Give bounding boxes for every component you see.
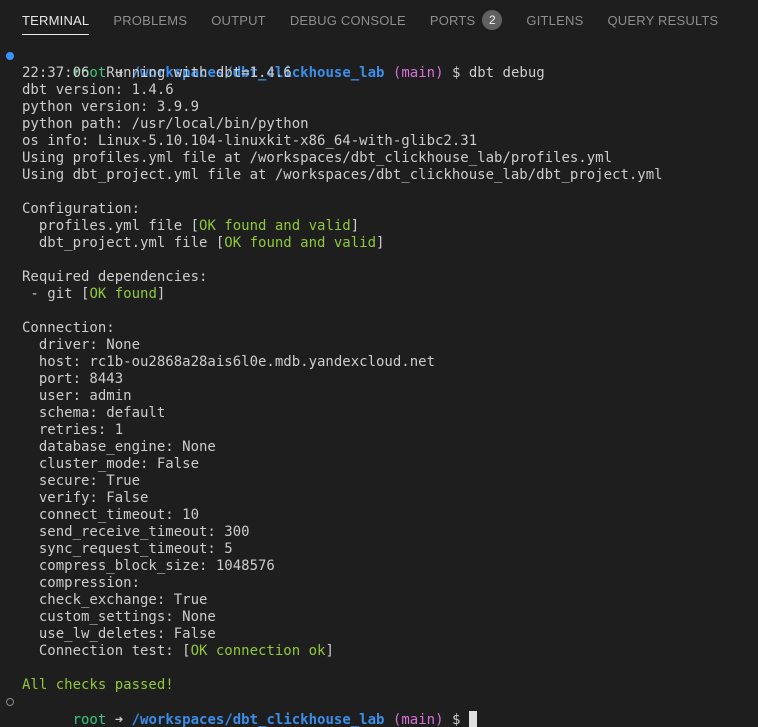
connection-line: compress_block_size: 1048576 xyxy=(22,558,275,574)
connection-line: use_lw_deletes: False xyxy=(22,626,216,642)
output-line: 22:37:06 Running with dbt=1.4.6 xyxy=(22,65,292,81)
connection-line: send_receive_timeout: 300 xyxy=(22,524,250,540)
terminal-cursor[interactable] xyxy=(468,711,477,727)
git-check-line: - git [OK found] xyxy=(0,286,758,303)
git-check-label: - git [ xyxy=(22,286,90,302)
all-checks-passed: All checks passed! xyxy=(22,677,174,693)
output-line: dbt version: 1.4.6 xyxy=(22,82,174,98)
tab-debug-console[interactable]: DEBUG CONSOLE xyxy=(278,0,418,40)
connection-line: check_exchange: True xyxy=(22,592,208,608)
close-bracket: ] xyxy=(156,286,166,302)
output-line: Using dbt_project.yml file at /workspace… xyxy=(22,167,663,183)
connection-line: secure: True xyxy=(22,473,141,489)
connection-test-line: Connection test: [OK connection ok] xyxy=(0,643,758,660)
close-bracket: ] xyxy=(350,218,360,234)
connection-line: verify: False xyxy=(22,490,149,506)
connection-line: host: rc1b-ou2868a28ais6l0e.mdb.yandexcl… xyxy=(22,354,436,370)
config-header: Configuration: xyxy=(22,201,141,217)
terminal-output[interactable]: root ➜ /workspaces/dbt_clickhouse_lab (m… xyxy=(0,48,758,727)
connection-line: retries: 1 xyxy=(22,422,124,438)
connection-line: driver: None xyxy=(22,337,141,353)
prompt-symbol: $ xyxy=(451,712,461,727)
connection-line: connect_timeout: 10 xyxy=(22,507,200,523)
tab-ports-label: PORTS xyxy=(429,12,476,28)
profiles-check-line: profiles.yml file [OK found and valid] xyxy=(0,218,758,235)
tab-output[interactable]: OUTPUT xyxy=(199,0,278,40)
tab-output-label: OUTPUT xyxy=(211,12,266,28)
project-check-status: OK found and valid xyxy=(224,235,377,251)
connection-line: user: admin xyxy=(22,388,132,404)
profiles-check-status: OK found and valid xyxy=(199,218,351,234)
project-check-line: dbt_project.yml file [OK found and valid… xyxy=(0,235,758,252)
tab-gitlens-label: GITLENS xyxy=(526,12,584,28)
connection-line: schema: default xyxy=(22,405,166,421)
output-line: python version: 3.9.9 xyxy=(22,99,200,115)
connection-line: sync_request_timeout: 5 xyxy=(22,541,233,557)
ports-count-badge: 2 xyxy=(482,10,503,30)
connection-line: database_engine: None xyxy=(22,439,216,455)
output-line: Using profiles.yml file at /workspaces/d… xyxy=(22,150,613,166)
prompt-path: /workspaces/dbt_clickhouse_lab xyxy=(131,712,385,727)
tab-ports[interactable]: PORTS 2 xyxy=(418,0,515,40)
tab-query-results[interactable]: QUERY RESULTS xyxy=(595,0,730,40)
tab-debug-console-label: DEBUG CONSOLE xyxy=(289,12,406,28)
output-line: python path: /usr/local/bin/python xyxy=(22,116,309,132)
connection-test-label: Connection test: [ xyxy=(22,643,191,659)
connection-line: port: 8443 xyxy=(22,371,124,387)
prompt-user: root xyxy=(72,712,107,727)
terminal-panel: TERMINAL PROBLEMS OUTPUT DEBUG CONSOLE P… xyxy=(0,0,758,727)
connection-line: custom_settings: None xyxy=(22,609,216,625)
tab-terminal[interactable]: TERMINAL xyxy=(10,0,101,40)
output-line: os info: Linux-5.10.104-linuxkit-x86_64-… xyxy=(22,133,478,149)
project-check-label: dbt_project.yml file [ xyxy=(22,235,225,251)
tab-problems-label: PROBLEMS xyxy=(113,12,188,28)
profiles-check-label: profiles.yml file [ xyxy=(22,218,200,234)
deps-header: Required dependencies: xyxy=(22,269,208,285)
prompt-branch-close: ) xyxy=(435,712,444,727)
connection-line: cluster_mode: False xyxy=(22,456,200,472)
close-bracket: ] xyxy=(325,643,334,659)
git-check-status: OK found xyxy=(89,286,157,302)
prompt-arrow-icon: ➜ xyxy=(114,712,124,727)
command-pending-dot-icon[interactable] xyxy=(6,698,14,706)
panel-tab-bar: TERMINAL PROBLEMS OUTPUT DEBUG CONSOLE P… xyxy=(0,0,758,40)
prompt-branch: main xyxy=(401,712,436,727)
connection-line: compression: xyxy=(22,575,149,591)
tab-problems[interactable]: PROBLEMS xyxy=(101,0,199,40)
connection-header: Connection: xyxy=(22,320,115,336)
command-success-dot-icon[interactable] xyxy=(6,52,14,60)
close-bracket: ] xyxy=(376,235,385,251)
tab-gitlens[interactable]: GITLENS xyxy=(514,0,595,40)
connection-test-status: OK connection ok xyxy=(190,643,326,659)
tab-terminal-label: TERMINAL xyxy=(22,12,90,28)
prompt-line: root ➜ /workspaces/dbt_clickhouse_lab (m… xyxy=(0,48,758,81)
tab-query-results-label: QUERY RESULTS xyxy=(607,12,719,28)
active-prompt-line: root ➜ /workspaces/dbt_clickhouse_lab (m… xyxy=(0,694,758,727)
